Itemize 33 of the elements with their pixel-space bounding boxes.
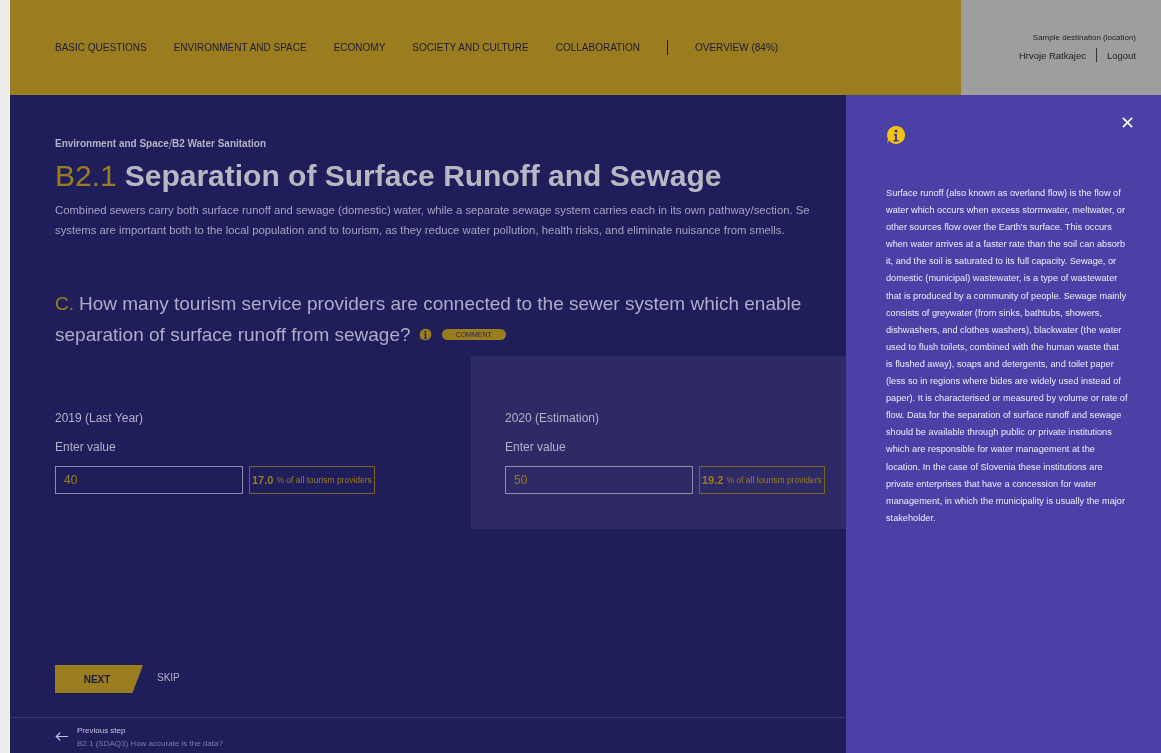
field-label: Enter value xyxy=(505,440,567,454)
nav-link[interactable]: COLLABORATION xyxy=(555,42,640,53)
question-text: C. How many tourism service providers are connected to the sewer system which enable xyxy=(55,292,802,316)
nav-link[interactable]: ECONOMY xyxy=(333,42,386,53)
info-icon xyxy=(886,125,906,145)
logout-link[interactable]: Logout xyxy=(1106,49,1136,61)
nav-link[interactable]: ENVIRONMENT AND SPACE xyxy=(173,42,307,53)
overview-link[interactable]: OVERVIEW (84%) xyxy=(694,42,779,53)
percent-box: 19.2 % of all tourism providers xyxy=(699,466,825,494)
nav-link[interactable]: SOCIETY AND CULTURE xyxy=(412,42,529,53)
next-button[interactable]: NEXT xyxy=(55,665,143,693)
close-icon[interactable] xyxy=(1122,117,1133,128)
year-label: 2020 (Estimation) xyxy=(505,411,601,425)
breadcrumb-link[interactable]: B2 Water Sanitation xyxy=(171,138,266,149)
value-input[interactable]: 40 xyxy=(55,466,243,494)
description: Combined sewers carry both surface runoff and sewage (domestic) water, while a separate sewage system carries each in its own pathway/section. Se systems are important both to the local population and to tourism, as they reduce water pollution, health risks, and eliminate nuisance from smells. xyxy=(55,203,811,238)
previous-step-title: B2.1 (SDAQ3) How accurate is the data? xyxy=(77,739,223,748)
percent-box: 17.0 % of all tourism providers xyxy=(249,466,375,494)
section-code: B2.1 xyxy=(55,158,117,194)
value-input[interactable]: 50 xyxy=(505,466,693,494)
breadcrumb-link[interactable]: Environment and Space xyxy=(55,138,169,149)
previous-step-link[interactable]: Previous step xyxy=(77,726,223,735)
destination-label: Sample destination (location) xyxy=(1032,33,1136,42)
back-arrow-icon[interactable] xyxy=(55,731,69,742)
page-title: Separation of Surface Runoff and Sewage xyxy=(124,158,722,194)
skip-link[interactable]: SKIP xyxy=(157,671,180,683)
nav-link[interactable]: BASIC QUESTIONS xyxy=(55,42,147,53)
info-text: Surface runoff (also known as overland flow) is the flow of water which occurs when excess stormwater, meltwater, or other sources flow over the Earth's surface. This occurs when water arrives at a faster rate than the soil can absorb it, and the soil is saturated to its full capacity. Sewage, or domestic (municipal) wastewater, is a type of wastewater that is produced by a community of people. Sewage mainly consists of greywater (from sinks, bathtubs, showers, dishwashers, and clothes washers), blackwater (the water used to flush toilets, combined with the human waste that is flushed away), soaps and detergents, and toilet paper (less so in regions where bides are widely used instead of paper). It is characterised or measured by volume or rate of flow. Data for the separation of surface runoff and sewage should be available through public or private institutions which are responsible for water management at the location. In the case of Slovenia these institutions are private enterprises that have a concession for water management, in which the municipality is usually the major stakeholder. xyxy=(886,187,1128,525)
year-label: 2019 (Last Year) xyxy=(55,411,145,425)
user-name[interactable]: Hrvoje Ratkajec xyxy=(1018,49,1086,61)
field-label: Enter value xyxy=(55,440,117,454)
question-text: separation of surface runoff from sewage? xyxy=(55,323,411,347)
info-icon[interactable] xyxy=(418,328,432,341)
